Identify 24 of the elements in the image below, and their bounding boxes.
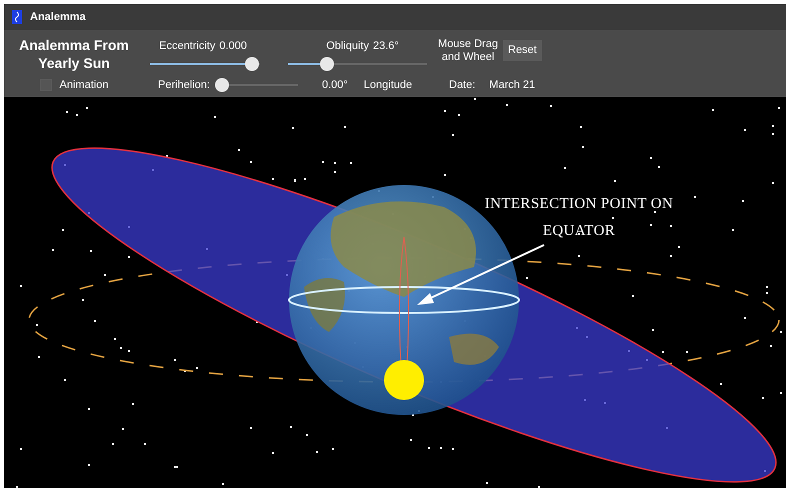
obliquity-slider[interactable] (288, 56, 427, 72)
eccentricity-value: 0.000 (219, 38, 247, 54)
perihelion-label: Perihelion: (158, 78, 210, 93)
app-icon (12, 10, 22, 24)
annotation-text: INTERSECTION POINT ON EQUATOR (484, 195, 674, 241)
slider-thumb[interactable] (245, 57, 260, 71)
obliquity-value: 23.6° (372, 38, 399, 54)
animation-label: Animation (60, 78, 108, 93)
reset-button[interactable]: Reset (503, 40, 542, 60)
window-title: Analemma (30, 10, 86, 25)
date-value: March 21 (489, 78, 536, 93)
obliquity-label: Obliquity (326, 38, 369, 54)
scene-view[interactable]: INTERSECTION POINT ON EQUATOR (4, 97, 786, 488)
slider-thumb[interactable] (320, 57, 334, 71)
sun (384, 360, 424, 400)
eccentricity-slider[interactable] (150, 56, 260, 72)
perihelion-value: 0.00° (322, 78, 348, 93)
hint-text: Mouse Drag and Wheel (437, 37, 499, 65)
eccentricity-label: Eccentricity (159, 38, 216, 54)
perihelion-slider[interactable] (218, 77, 298, 93)
date-label: Date: (449, 78, 476, 93)
slider-thumb[interactable] (214, 78, 229, 92)
app-heading: Analemma From Yearly Sun (18, 36, 130, 73)
longitude-label: Longitude (364, 78, 412, 93)
